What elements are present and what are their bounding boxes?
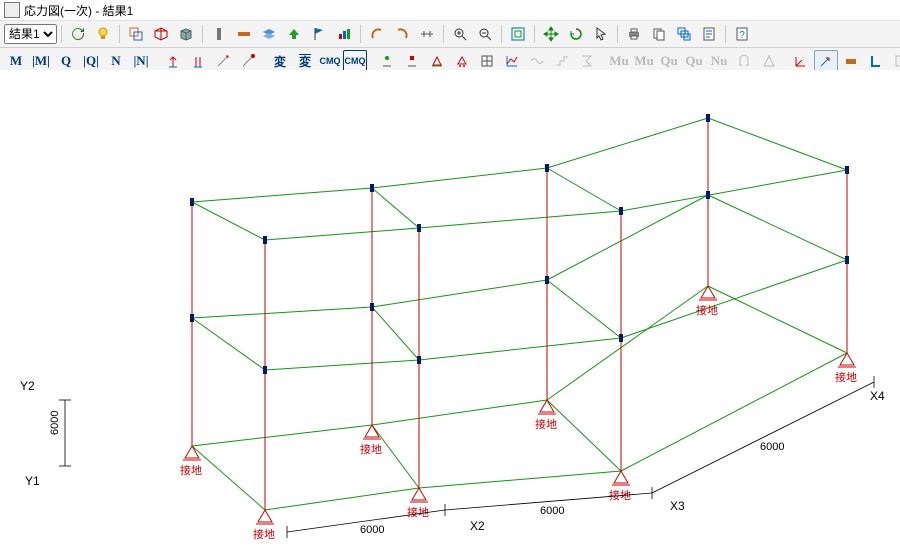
- support-pin-icon: [701, 286, 715, 298]
- axis-y1: Y1: [25, 474, 40, 488]
- divider-icon[interactable]: [415, 23, 439, 45]
- zoomout-icon[interactable]: [473, 23, 497, 45]
- support-pin-icon: [412, 488, 426, 500]
- mabs-button[interactable]: |M|: [29, 50, 53, 72]
- column-icon[interactable]: [207, 23, 231, 45]
- up-icon[interactable]: [282, 23, 306, 45]
- n-button[interactable]: N: [104, 50, 128, 72]
- react-up-icon[interactable]: [161, 50, 185, 72]
- chart-icon[interactable]: [332, 23, 356, 45]
- diag2-icon[interactable]: [236, 50, 260, 72]
- omega-icon[interactable]: [732, 50, 756, 72]
- dim-x3x4: 6000: [760, 441, 784, 453]
- mu2-button[interactable]: Mu: [632, 50, 656, 72]
- graph-icon[interactable]: [500, 50, 524, 72]
- help-icon[interactable]: ?: [730, 23, 754, 45]
- cmq2-button[interactable]: CMQ: [343, 50, 367, 72]
- move-icon[interactable]: [539, 23, 563, 45]
- nabs-button[interactable]: |N|: [129, 50, 153, 72]
- qu-button[interactable]: Qu: [657, 50, 681, 72]
- dim-x1x2: 6000: [360, 524, 384, 536]
- triangle-icon[interactable]: [757, 50, 781, 72]
- structure-drawing: 接地接地接地接地接地接地接地接地 6000 6000 6000 6000 X1 …: [0, 70, 900, 546]
- support-pin-icon: [258, 510, 272, 522]
- m-button[interactable]: M: [4, 50, 28, 72]
- qu2-button[interactable]: Qu: [682, 50, 706, 72]
- ground-label: 接地: [180, 464, 202, 477]
- support-pin-icon: [540, 400, 554, 412]
- axis-arrow-icon[interactable]: [814, 50, 838, 72]
- app-icon: [4, 2, 20, 18]
- flag-icon[interactable]: [307, 23, 331, 45]
- sigma-icon[interactable]: [575, 50, 599, 72]
- q-button[interactable]: Q: [54, 50, 78, 72]
- qabs-button[interactable]: |Q|: [79, 50, 103, 72]
- axis-x4: X4: [870, 389, 885, 403]
- mu-button[interactable]: Mu: [607, 50, 631, 72]
- ground-label: 接地: [360, 443, 382, 456]
- dim-y1y2: 6000: [49, 411, 61, 435]
- dim-x2x3: 6000: [540, 505, 564, 517]
- result-select[interactable]: 結果1: [4, 24, 57, 44]
- support-pin-icon[interactable]: [425, 50, 449, 72]
- cascade-icon[interactable]: [672, 23, 696, 45]
- viewport-3d[interactable]: 接地接地接地接地接地接地接地接地 6000 6000 6000 6000 X1 …: [0, 70, 900, 546]
- grid-icon[interactable]: [475, 50, 499, 72]
- hen2-button[interactable]: 変: [293, 50, 317, 72]
- copy-icon[interactable]: [647, 23, 671, 45]
- axis-origin-icon[interactable]: [789, 50, 813, 72]
- toolbar-row1: 結果1 ?: [0, 21, 900, 48]
- hen-button[interactable]: 変: [268, 50, 292, 72]
- zoom-window-icon[interactable]: [124, 23, 148, 45]
- fit-icon[interactable]: [506, 23, 530, 45]
- panel-icon[interactable]: [889, 50, 900, 72]
- rotate-icon[interactable]: [564, 23, 588, 45]
- lightbulb-icon[interactable]: [91, 23, 115, 45]
- support-roller-icon[interactable]: [450, 50, 474, 72]
- axis-y2: Y2: [20, 379, 35, 393]
- svg-text:?: ?: [739, 30, 745, 41]
- ground-label: 接地: [696, 304, 718, 317]
- ground-label: 接地: [535, 418, 557, 431]
- react-up2-icon[interactable]: [186, 50, 210, 72]
- axis-x2: X2: [470, 519, 485, 533]
- notes-icon[interactable]: [697, 23, 721, 45]
- diag1-icon[interactable]: [211, 50, 235, 72]
- layers-icon[interactable]: [257, 23, 281, 45]
- ground-label: 接地: [835, 371, 857, 384]
- cube-icon[interactable]: [174, 23, 198, 45]
- element-icon[interactable]: [232, 23, 256, 45]
- nu-button[interactable]: Nu: [707, 50, 731, 72]
- zoomin-icon[interactable]: [448, 23, 472, 45]
- brick-icon[interactable]: [839, 50, 863, 72]
- support-pin-icon: [185, 446, 199, 458]
- step-icon[interactable]: [550, 50, 574, 72]
- refresh-icon[interactable]: [66, 23, 90, 45]
- pointer-icon[interactable]: [589, 23, 613, 45]
- node-green-icon[interactable]: [375, 50, 399, 72]
- print-icon[interactable]: [622, 23, 646, 45]
- isometric-icon[interactable]: [149, 23, 173, 45]
- wave-icon[interactable]: [525, 50, 549, 72]
- arcright-icon[interactable]: [390, 23, 414, 45]
- arcleft-icon[interactable]: [365, 23, 389, 45]
- l-shape-icon[interactable]: [864, 50, 888, 72]
- window-titlebar: 応力図(一次) - 結果1: [0, 0, 900, 21]
- support-pin-icon: [614, 471, 628, 483]
- cmq-button[interactable]: CMQ: [318, 50, 342, 72]
- node-red-icon[interactable]: [400, 50, 424, 72]
- ground-label: 接地: [253, 528, 275, 541]
- window-title: 応力図(一次) - 結果1: [24, 2, 133, 19]
- axis-x3: X3: [670, 499, 685, 513]
- support-pin-icon: [840, 353, 854, 365]
